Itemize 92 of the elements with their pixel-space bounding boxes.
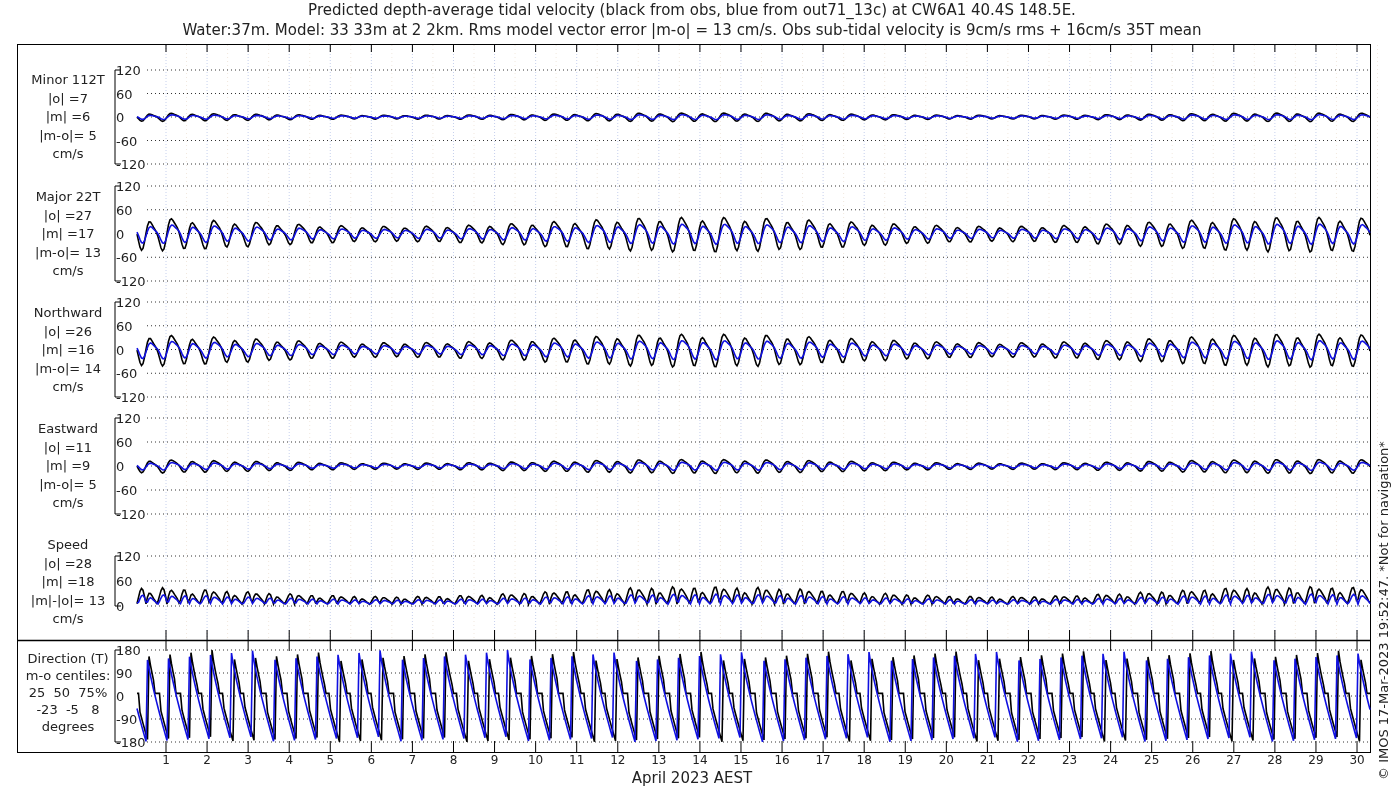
panel-stat-label: |o| =7 — [48, 90, 88, 106]
panel-stat-label: cm/s — [52, 263, 84, 278]
panel-stat-label: cm/s — [52, 146, 84, 161]
y-axis-tick-label: 180 — [116, 643, 141, 658]
y-axis-tick-label: 60 — [116, 202, 133, 218]
panel-stat-label: degrees — [41, 719, 95, 734]
x-axis-tick-label: 1 — [162, 753, 170, 767]
x-axis-tick-label: 11 — [569, 753, 585, 767]
panel-stat-label: 25 50 75% — [28, 685, 108, 700]
panel-stat-label: cm/s — [52, 379, 84, 394]
y-axis-tick-label: 0 — [116, 342, 125, 358]
x-axis-tick-label: 14 — [692, 753, 708, 767]
y-axis-tick-label: 120 — [116, 549, 141, 564]
panel-stat-label: Speed — [47, 537, 89, 552]
y-axis-tick-label: 60 — [116, 435, 133, 450]
x-axis-tick-label: 27 — [1226, 753, 1242, 767]
panel-stat-label: Eastward — [38, 421, 98, 436]
y-axis-tick-label: 90 — [116, 666, 133, 681]
panel-stat-label: |m| =17 — [41, 226, 95, 241]
y-axis-tick-label: 120 — [116, 295, 141, 310]
x-axis-tick-label: 10 — [528, 753, 544, 767]
panel-stat-label: |m-o|= 14 — [35, 360, 101, 376]
x-axis-tick-label: 3 — [244, 753, 252, 767]
x-axis-tick-label: 28 — [1267, 753, 1283, 767]
chart-title: Water:37m. Model: 33 33m at 2 2km. Rms model vector error |m-o| = 13 cm/s. Obs sub-tidal velocity is 9cm/s rms + 16cm/s 35T mean — [182, 21, 1202, 39]
x-axis-tick-label: 18 — [856, 753, 872, 767]
panel-stat-label: |m-o|= 5 — [39, 476, 97, 492]
y-axis-tick-label: 60 — [116, 86, 133, 102]
x-axis-tick-label: 16 — [774, 753, 790, 767]
panel-stat-label: |m-o|= 5 — [39, 127, 97, 143]
y-axis-tick-label: -90 — [116, 712, 138, 727]
panel-stat-label: cm/s — [52, 495, 84, 510]
y-axis-tick-label: -120 — [116, 390, 146, 405]
panel-stat-label: |o| =26 — [43, 323, 93, 339]
panel-stat-label: Minor 112T — [31, 72, 105, 87]
x-axis-tick-label: 13 — [651, 753, 667, 767]
y-axis-tick-label: 60 — [116, 574, 133, 589]
copyright-note: © IMOS 17-Mar-2023 19:52:47. *Not for navigation* — [1376, 441, 1391, 780]
x-axis-label: April 2023 AEST — [631, 769, 753, 787]
panel-stat-label: |m| =6 — [45, 109, 91, 124]
x-axis-tick-label: 12 — [610, 753, 626, 767]
y-axis-tick-label: 120 — [116, 411, 141, 426]
x-axis-tick-label: 20 — [938, 753, 954, 767]
y-axis-tick-label: -180 — [116, 735, 146, 750]
y-axis-tick-label: -60 — [116, 366, 138, 382]
x-axis-tick-label: 23 — [1061, 753, 1078, 767]
x-axis-tick-label: 9 — [490, 753, 499, 767]
y-axis-tick-label: 0 — [116, 599, 125, 614]
panel-stat-label: m-o centiles: — [25, 668, 111, 683]
x-axis-tick-label: 5 — [326, 753, 335, 767]
y-axis-tick-label: 0 — [116, 689, 125, 704]
y-axis-tick-label: -120 — [116, 507, 146, 522]
x-axis-tick-label: 6 — [367, 753, 376, 767]
x-axis-tick-label: 24 — [1102, 753, 1119, 767]
y-axis-tick-label: -120 — [116, 274, 146, 289]
x-axis-tick-label: 22 — [1020, 753, 1037, 767]
panel-stat-label: |m| =9 — [45, 458, 91, 473]
x-axis-tick-label: 2 — [203, 753, 211, 767]
panel-stat-label: |m|-|o|= 13 — [30, 592, 106, 608]
panel-stat-label: |o| =28 — [43, 555, 93, 571]
x-axis-tick-label: 15 — [733, 753, 749, 767]
panel-stat-label: Major 22T — [35, 189, 101, 204]
x-axis-tick-label: 26 — [1185, 753, 1201, 767]
y-axis-tick-label: 120 — [116, 179, 141, 194]
y-axis-tick-label: 0 — [116, 459, 125, 474]
y-axis-tick-label: 120 — [116, 63, 141, 78]
x-axis-tick-label: 21 — [979, 753, 996, 767]
x-axis-tick-label: 25 — [1144, 753, 1160, 767]
panel-stat-label: Northward — [33, 305, 103, 320]
panel-stat-label: |m| =18 — [41, 574, 95, 589]
y-axis-tick-label: -120 — [116, 157, 146, 172]
x-axis-tick-label: 7 — [408, 753, 417, 767]
y-axis-tick-label: 60 — [116, 318, 133, 334]
x-axis-tick-label: 30 — [1349, 753, 1365, 767]
panel-stat-label: Direction (T) — [27, 651, 109, 666]
x-axis-tick-label: 8 — [449, 753, 458, 767]
y-axis-tick-label: 0 — [116, 226, 125, 242]
x-axis-tick-label: 4 — [285, 753, 294, 767]
panel-stat-label: |m| =16 — [41, 342, 95, 357]
panel-stat-label: |o| =27 — [43, 207, 93, 223]
y-axis-tick-label: 0 — [116, 110, 125, 125]
panel-stat-label: cm/s — [52, 611, 84, 626]
panel-stat-label: -23 -5 8 — [36, 702, 100, 717]
panel-stat-label: |o| =11 — [43, 439, 93, 455]
x-axis-tick-label: 29 — [1308, 753, 1324, 767]
y-axis-tick-label: -60 — [116, 250, 138, 266]
chart-title: Predicted depth-average tidal velocity (black from obs, blue from out71_13c) at CW6A1 40.4S 148.5E. — [308, 1, 1076, 19]
panel-stat-label: |m-o|= 13 — [35, 244, 101, 260]
x-axis-tick-label: 17 — [815, 753, 831, 767]
y-axis-tick-label: -60 — [116, 483, 138, 498]
y-axis-tick-label: -60 — [116, 133, 138, 149]
x-axis-tick-label: 19 — [897, 753, 913, 767]
